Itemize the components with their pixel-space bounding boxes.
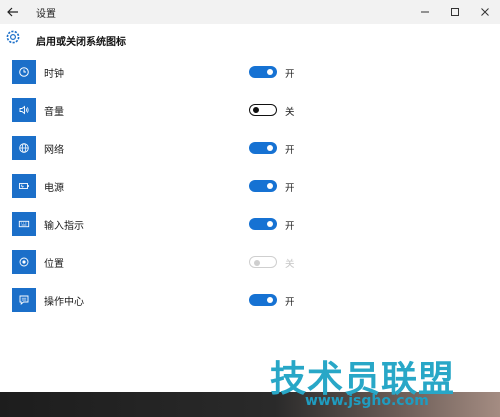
close-button[interactable] xyxy=(470,0,500,24)
toggle-state-label: 开 xyxy=(285,69,295,80)
minimize-button[interactable] xyxy=(410,0,440,24)
title-bar: 设置 xyxy=(0,0,500,24)
action-center-icon xyxy=(12,288,36,312)
page-header: 启用或关闭系统图标 xyxy=(0,24,500,54)
volume-toggle[interactable] xyxy=(249,104,277,116)
gear-icon xyxy=(4,28,22,46)
window-title: 设置 xyxy=(36,9,56,20)
toggle-state-label: 开 xyxy=(285,145,295,156)
window-controls xyxy=(410,0,500,24)
item-label: 输入指示 xyxy=(44,221,84,232)
toggle-state-label: 关 xyxy=(285,259,295,270)
list-item-power: 电源 开 xyxy=(0,174,500,204)
toggle-state-label: 关 xyxy=(285,107,295,118)
toggle-state-label: 开 xyxy=(285,183,295,194)
location-toggle[interactable] xyxy=(249,256,277,268)
list-item-clock: 时钟 开 xyxy=(0,60,500,90)
location-icon xyxy=(12,250,36,274)
maximize-icon xyxy=(451,8,459,16)
item-label: 电源 xyxy=(44,183,64,194)
battery-icon xyxy=(12,174,36,198)
list-item-network: 网络 开 xyxy=(0,136,500,166)
power-toggle[interactable] xyxy=(249,180,277,192)
action-center-toggle[interactable] xyxy=(249,294,277,306)
toggle-state-label: 开 xyxy=(285,221,295,232)
toggle-state-label: 开 xyxy=(285,297,295,308)
item-label: 网络 xyxy=(44,145,64,156)
watermark-url: www.jsgho.com xyxy=(305,393,429,409)
page-title: 启用或关闭系统图标 xyxy=(36,37,126,48)
close-icon xyxy=(481,8,489,16)
item-label: 音量 xyxy=(44,107,64,118)
back-button[interactable] xyxy=(4,3,22,21)
item-label: 操作中心 xyxy=(44,297,84,308)
clock-icon xyxy=(12,60,36,84)
clock-toggle[interactable] xyxy=(249,66,277,78)
maximize-button[interactable] xyxy=(440,0,470,24)
network-toggle[interactable] xyxy=(249,142,277,154)
item-label: 位置 xyxy=(44,259,64,270)
minimize-icon xyxy=(421,11,429,13)
volume-icon xyxy=(12,98,36,122)
globe-icon xyxy=(12,136,36,160)
list-item-location: 位置 关 xyxy=(0,250,500,280)
list-item-action-center: 操作中心 开 xyxy=(0,288,500,318)
list-item-volume: 音量 关 xyxy=(0,98,500,128)
item-label: 时钟 xyxy=(44,69,64,80)
back-arrow-icon xyxy=(7,7,18,17)
keyboard-icon xyxy=(12,212,36,236)
input-indicator-toggle[interactable] xyxy=(249,218,277,230)
list-item-input-indicator: 输入指示 开 xyxy=(0,212,500,242)
